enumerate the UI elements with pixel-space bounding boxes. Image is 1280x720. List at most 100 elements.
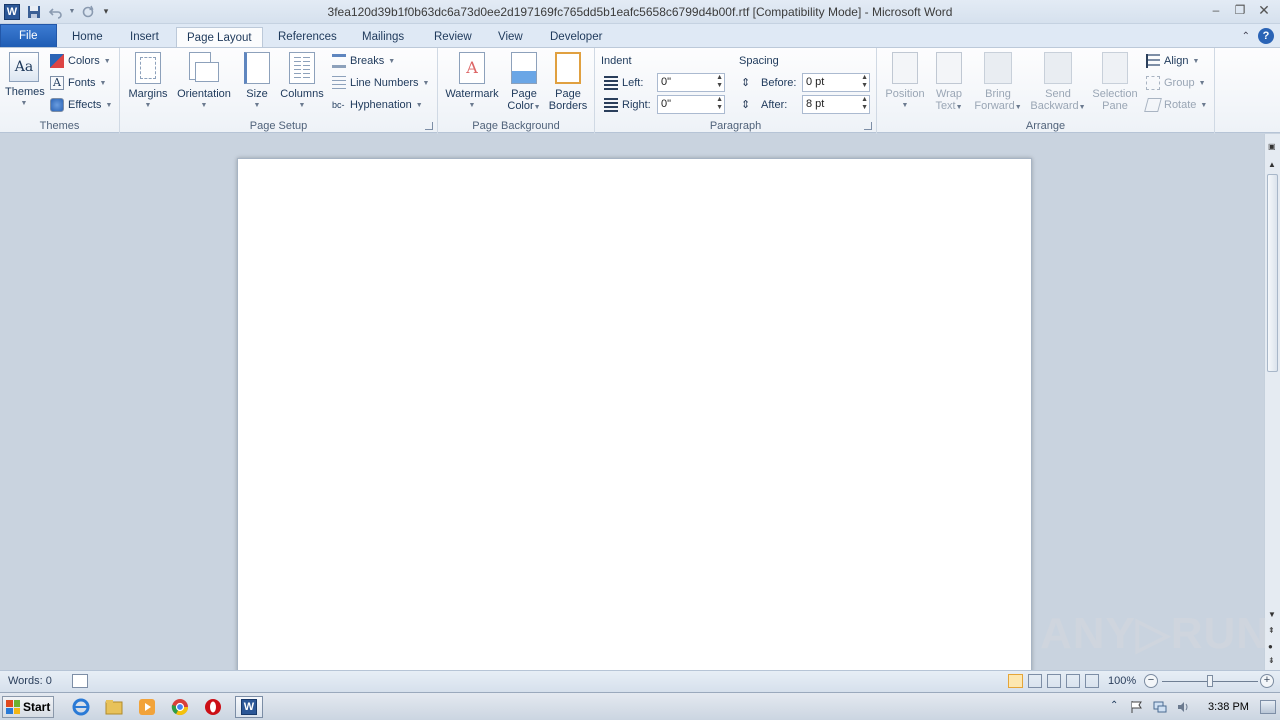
columns-button[interactable]: Columns ▼ [278, 52, 326, 112]
margins-icon [135, 52, 161, 84]
fonts-button[interactable]: A Fonts ▼ [50, 74, 106, 92]
hyphenation-button[interactable]: bc- Hyphenation ▼ [332, 96, 423, 114]
tab-view[interactable]: View [488, 27, 533, 48]
align-button[interactable]: Align ▼ [1146, 52, 1199, 70]
spacing-before-spinner-icon[interactable]: ▲ ▼ [861, 74, 868, 90]
position-button[interactable]: Position ▼ [881, 52, 929, 112]
page-color-button[interactable]: Page Color▼ [506, 52, 542, 114]
arrange-group-label: Arrange [1025, 120, 1066, 132]
ruler-toggle-icon[interactable]: ▣ [1268, 142, 1276, 151]
page-setup-launcher-icon[interactable] [425, 122, 433, 130]
wrap-text-label-1: Wrap [935, 88, 963, 100]
group-icon [1146, 76, 1160, 90]
effects-button[interactable]: Effects ▼ [50, 96, 112, 114]
clock[interactable]: 3:38 PM [1208, 701, 1249, 713]
start-button[interactable]: Start [2, 696, 54, 718]
bring-forward-button[interactable]: Bring Forward▼ [971, 52, 1025, 114]
chrome-icon[interactable] [171, 698, 189, 716]
paragraph-launcher-icon[interactable] [864, 122, 872, 130]
margins-label: Margins [128, 88, 168, 100]
colors-button[interactable]: Colors ▼ [50, 52, 111, 70]
margins-button[interactable]: Margins ▼ [126, 52, 170, 112]
zoom-level[interactable]: 100% [1108, 675, 1136, 687]
selection-pane-button[interactable]: Selection Pane [1089, 52, 1141, 112]
full-screen-reading-view-icon[interactable] [1028, 674, 1042, 688]
outline-view-icon[interactable] [1066, 674, 1080, 688]
close-button[interactable]: ✕ [1254, 2, 1274, 18]
proofing-icon[interactable] [72, 674, 88, 688]
wrap-text-button[interactable]: Wrap Text▼ [931, 52, 967, 114]
themes-button[interactable]: Aa Themes ▼ [5, 52, 45, 110]
indent-left-input[interactable]: 0" ▲ ▼ [657, 73, 725, 92]
start-label: Start [23, 700, 51, 714]
scroll-thumb[interactable] [1267, 174, 1278, 372]
themes-caret-icon: ▼ [20, 100, 28, 107]
taskbar: Start W ⌃ 3:38 PM [0, 692, 1280, 720]
paragraph-group-label: Paragraph [709, 120, 762, 132]
spacing-after-input[interactable]: 8 pt ▲ ▼ [802, 95, 870, 114]
breaks-button[interactable]: Breaks ▼ [332, 52, 395, 70]
tab-mailings[interactable]: Mailings [352, 27, 414, 48]
file-explorer-icon[interactable] [105, 698, 123, 716]
scroll-down-icon[interactable]: ▼ [1268, 610, 1276, 619]
rotate-button[interactable]: Rotate ▼ [1144, 96, 1207, 114]
columns-label: Columns [280, 88, 324, 100]
document-area [0, 134, 1264, 670]
web-layout-view-icon[interactable] [1047, 674, 1061, 688]
send-backward-label-2: Backward [1030, 100, 1079, 112]
line-numbers-button[interactable]: Line Numbers ▼ [332, 74, 429, 92]
document-page[interactable] [237, 158, 1032, 670]
volume-icon[interactable] [1176, 700, 1190, 714]
orientation-button[interactable]: Orientation ▼ [172, 52, 236, 112]
tab-file[interactable]: File [0, 24, 57, 48]
spacing-after-spinner-icon[interactable]: ▲ ▼ [861, 96, 868, 112]
taskbar-word-button[interactable]: W [235, 696, 263, 718]
size-button[interactable]: Size ▼ [240, 52, 274, 112]
indent-right-label: Right: [622, 99, 651, 111]
tab-review[interactable]: Review [424, 27, 482, 48]
show-desktop-button[interactable] [1260, 700, 1276, 714]
word-count[interactable]: Words: 0 [8, 675, 52, 687]
tab-home[interactable]: Home [62, 27, 113, 48]
indent-right-spinner-icon[interactable]: ▲ ▼ [716, 96, 723, 112]
action-center-flag-icon[interactable] [1130, 700, 1144, 714]
page-color-label-2: Color [507, 100, 534, 112]
help-icon[interactable]: ? [1258, 28, 1274, 44]
draft-view-icon[interactable] [1085, 674, 1099, 688]
view-buttons [1008, 674, 1099, 688]
indent-left-spinner-icon[interactable]: ▲ ▼ [716, 74, 723, 90]
minimize-ribbon-icon[interactable]: ⌃ [1242, 31, 1250, 42]
internet-explorer-icon[interactable] [72, 698, 90, 716]
tab-page-layout[interactable]: Page Layout [176, 27, 263, 49]
print-layout-view-icon[interactable] [1008, 674, 1023, 688]
spacing-before-input[interactable]: 0 pt ▲ ▼ [802, 73, 870, 92]
watermark-button[interactable]: A Watermark ▼ [442, 52, 502, 112]
zoom-slider-thumb[interactable] [1207, 675, 1213, 687]
zoom-out-icon[interactable]: − [1144, 674, 1158, 688]
tab-right-controls: ⌃ ? [1242, 28, 1274, 44]
themes-icon: Aa [9, 52, 39, 82]
opera-icon[interactable] [204, 698, 222, 716]
page-borders-button[interactable]: Page Borders [546, 52, 590, 112]
restore-button[interactable]: ❐ [1230, 2, 1250, 18]
scroll-up-icon[interactable]: ▲ [1268, 160, 1276, 169]
group-button[interactable]: Group ▼ [1146, 74, 1206, 92]
vertical-scrollbar[interactable]: ▣ ▲ ▼ ⇞ ● ⇟ [1264, 134, 1280, 670]
spacing-after-value: 8 pt [806, 98, 825, 110]
line-numbers-icon [332, 76, 346, 90]
network-icon[interactable] [1153, 700, 1167, 714]
send-backward-button[interactable]: Send Backward▼ [1027, 52, 1089, 114]
spacing-before-value: 0 pt [806, 76, 825, 88]
watermark-label: Watermark [445, 88, 499, 100]
tab-developer[interactable]: Developer [540, 27, 612, 48]
media-player-icon[interactable] [138, 698, 156, 716]
group-paragraph: Indent Left: 0" ▲ ▼ Right: 0" ▲ ▼ Spacing … [595, 48, 877, 134]
align-label: Align [1164, 55, 1189, 67]
minimize-button[interactable]: – [1206, 2, 1226, 18]
tab-insert[interactable]: Insert [120, 27, 169, 48]
breaks-label: Breaks [350, 55, 385, 67]
show-hidden-icons-icon[interactable]: ⌃ [1110, 700, 1124, 714]
indent-right-input[interactable]: 0" ▲ ▼ [657, 95, 725, 114]
tab-references[interactable]: References [268, 27, 347, 48]
zoom-in-icon[interactable]: + [1260, 674, 1274, 688]
